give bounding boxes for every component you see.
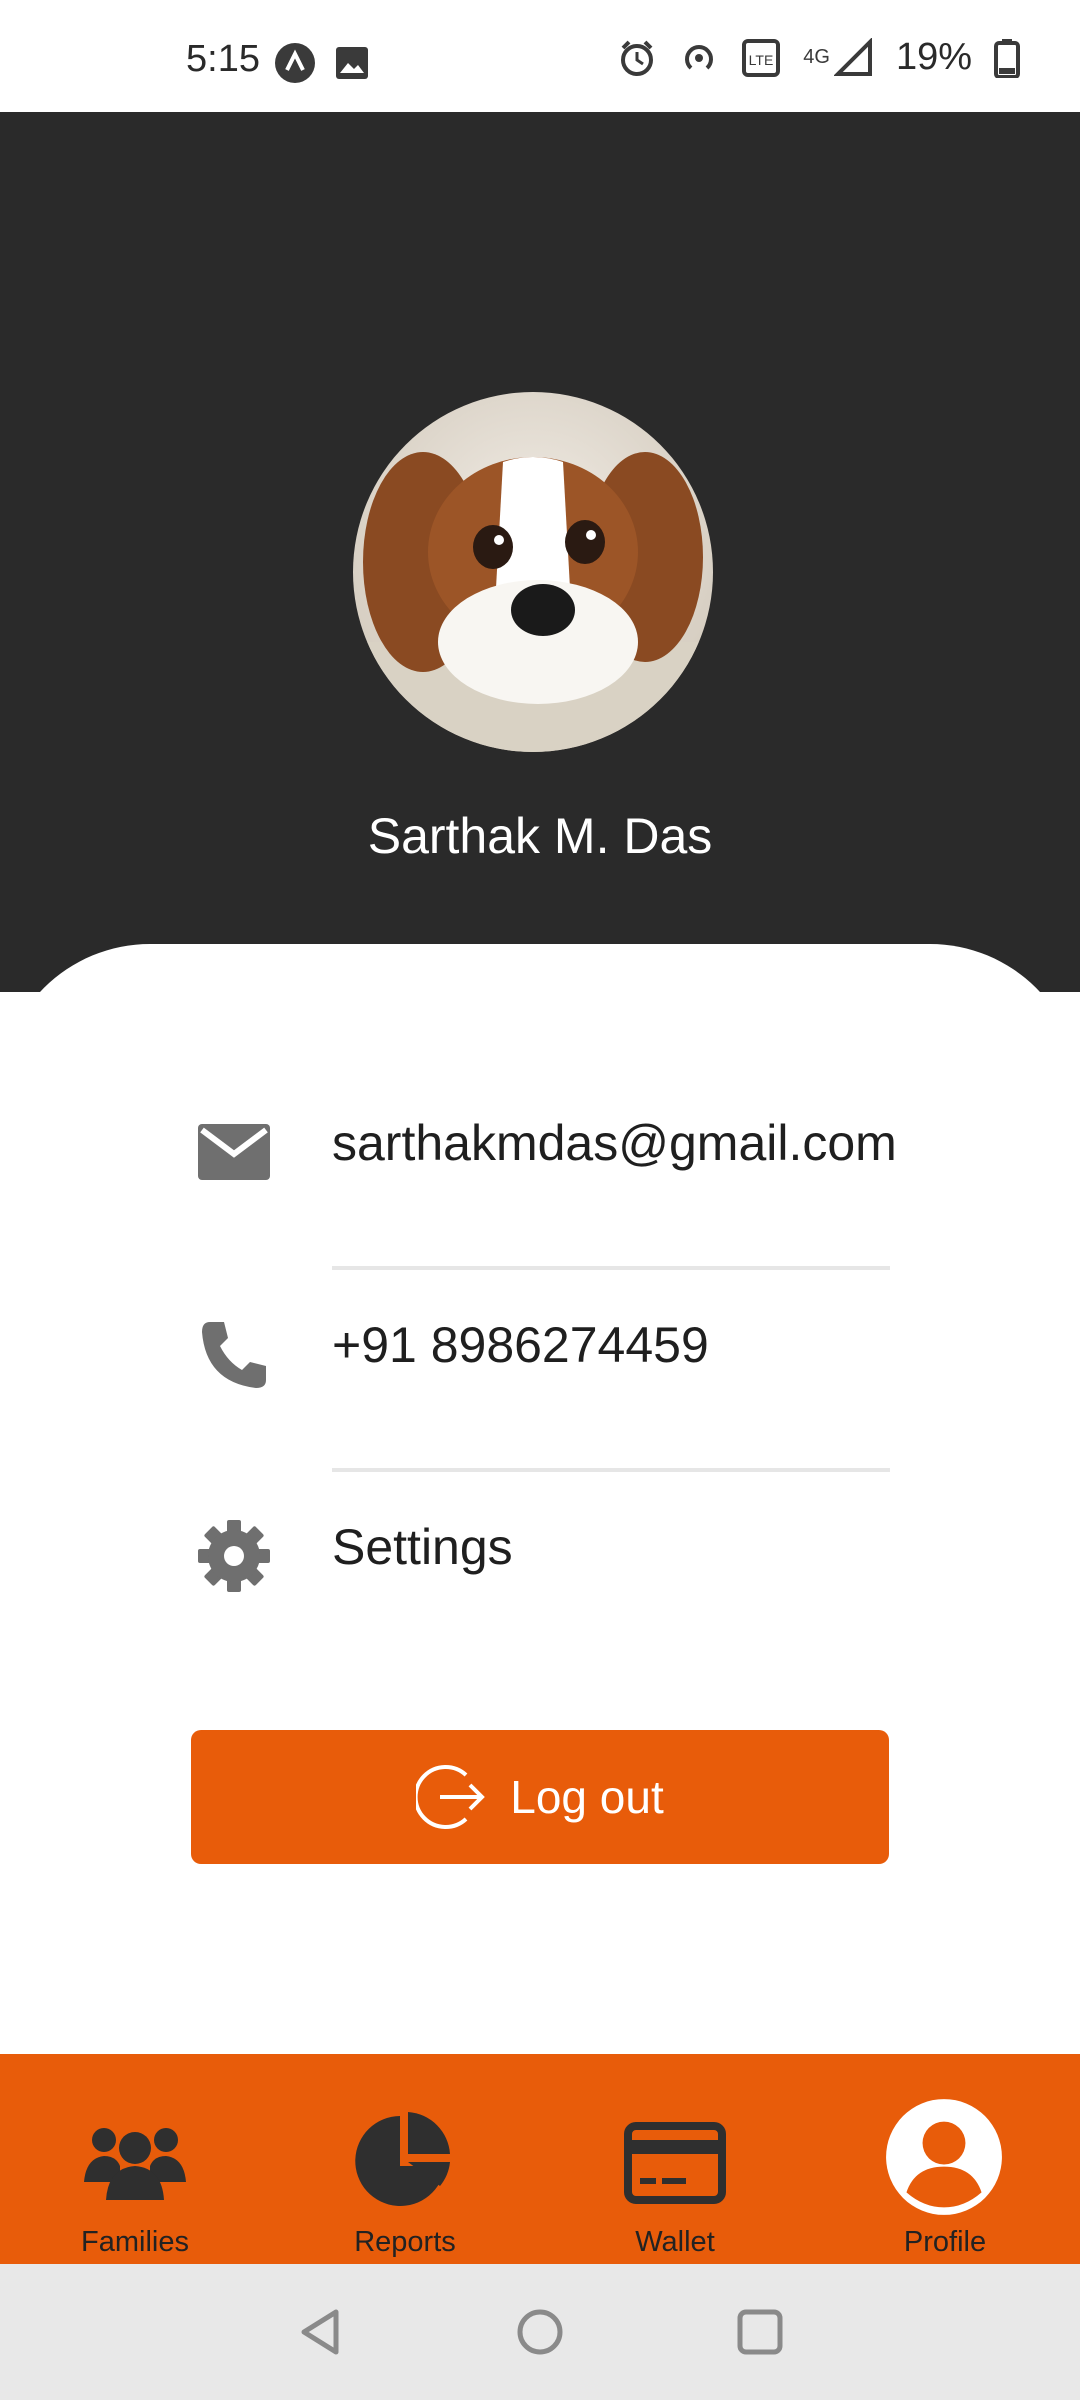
nav-label-families: Families	[81, 2226, 189, 2258]
status-bar: 5:15 LTE 4G 19%	[0, 0, 1080, 112]
logout-button[interactable]: Log out	[191, 1730, 889, 1864]
nav-label-reports: Reports	[354, 2226, 456, 2258]
gear-icon	[198, 1520, 270, 1592]
svg-text:LTE: LTE	[749, 52, 774, 68]
nav-item-reports[interactable]: Reports	[270, 2054, 540, 2264]
nav-label-profile: Profile	[903, 2226, 987, 2258]
phone-row[interactable]: +91 8986274459	[0, 1316, 1080, 1436]
divider	[332, 1468, 890, 1472]
status-time: 5:15	[186, 38, 260, 80]
nav-item-profile[interactable]: Profile	[810, 2054, 1080, 2264]
avatar	[353, 392, 713, 752]
phone-text: +91 8986274459	[332, 1317, 709, 1373]
system-navigation-bar	[0, 2264, 1080, 2400]
alarm-icon	[621, 40, 654, 76]
back-icon[interactable]	[294, 2304, 350, 2360]
email-icon	[198, 1124, 270, 1180]
network-type: 4G	[803, 46, 830, 68]
bottom-navigation: Families Reports Wallet Profile	[0, 2054, 1080, 2264]
phone-icon	[202, 1322, 266, 1388]
nav-label-wallet: Wallet	[635, 2226, 715, 2258]
user-name: Sarthak M. Das	[367, 808, 713, 864]
nav-item-families[interactable]: Families	[0, 2054, 270, 2264]
families-icon	[84, 2128, 186, 2200]
battery-percent: 19%	[895, 36, 972, 78]
card-icon	[624, 2122, 726, 2204]
divider	[332, 1266, 890, 1270]
nav-item-wallet[interactable]: Wallet	[540, 2054, 810, 2264]
image-icon	[336, 47, 368, 79]
pie-chart-icon	[355, 2112, 450, 2206]
hotspot-icon	[685, 44, 714, 69]
logout-icon	[416, 1765, 486, 1829]
app-notification-icon	[275, 43, 315, 83]
profile-details-card: sarthakmdas@gmail.com +91 8986274459 Set…	[0, 944, 1080, 2054]
battery-icon	[994, 38, 1020, 78]
recents-icon[interactable]	[732, 2304, 788, 2360]
settings-row[interactable]: Settings	[0, 1518, 1080, 1638]
email-text: sarthakmdas@gmail.com	[332, 1115, 897, 1171]
profile-header: Sarthak M. Das	[0, 112, 1080, 992]
home-icon[interactable]	[512, 2304, 568, 2360]
profile-icon	[886, 2099, 1002, 2215]
volte-icon: LTE	[742, 38, 781, 77]
settings-label: Settings	[332, 1519, 513, 1575]
signal-icon	[833, 37, 872, 76]
dog-avatar-image	[353, 392, 713, 752]
email-row[interactable]: sarthakmdas@gmail.com	[0, 1114, 1080, 1234]
logout-label: Log out	[510, 1771, 664, 1823]
